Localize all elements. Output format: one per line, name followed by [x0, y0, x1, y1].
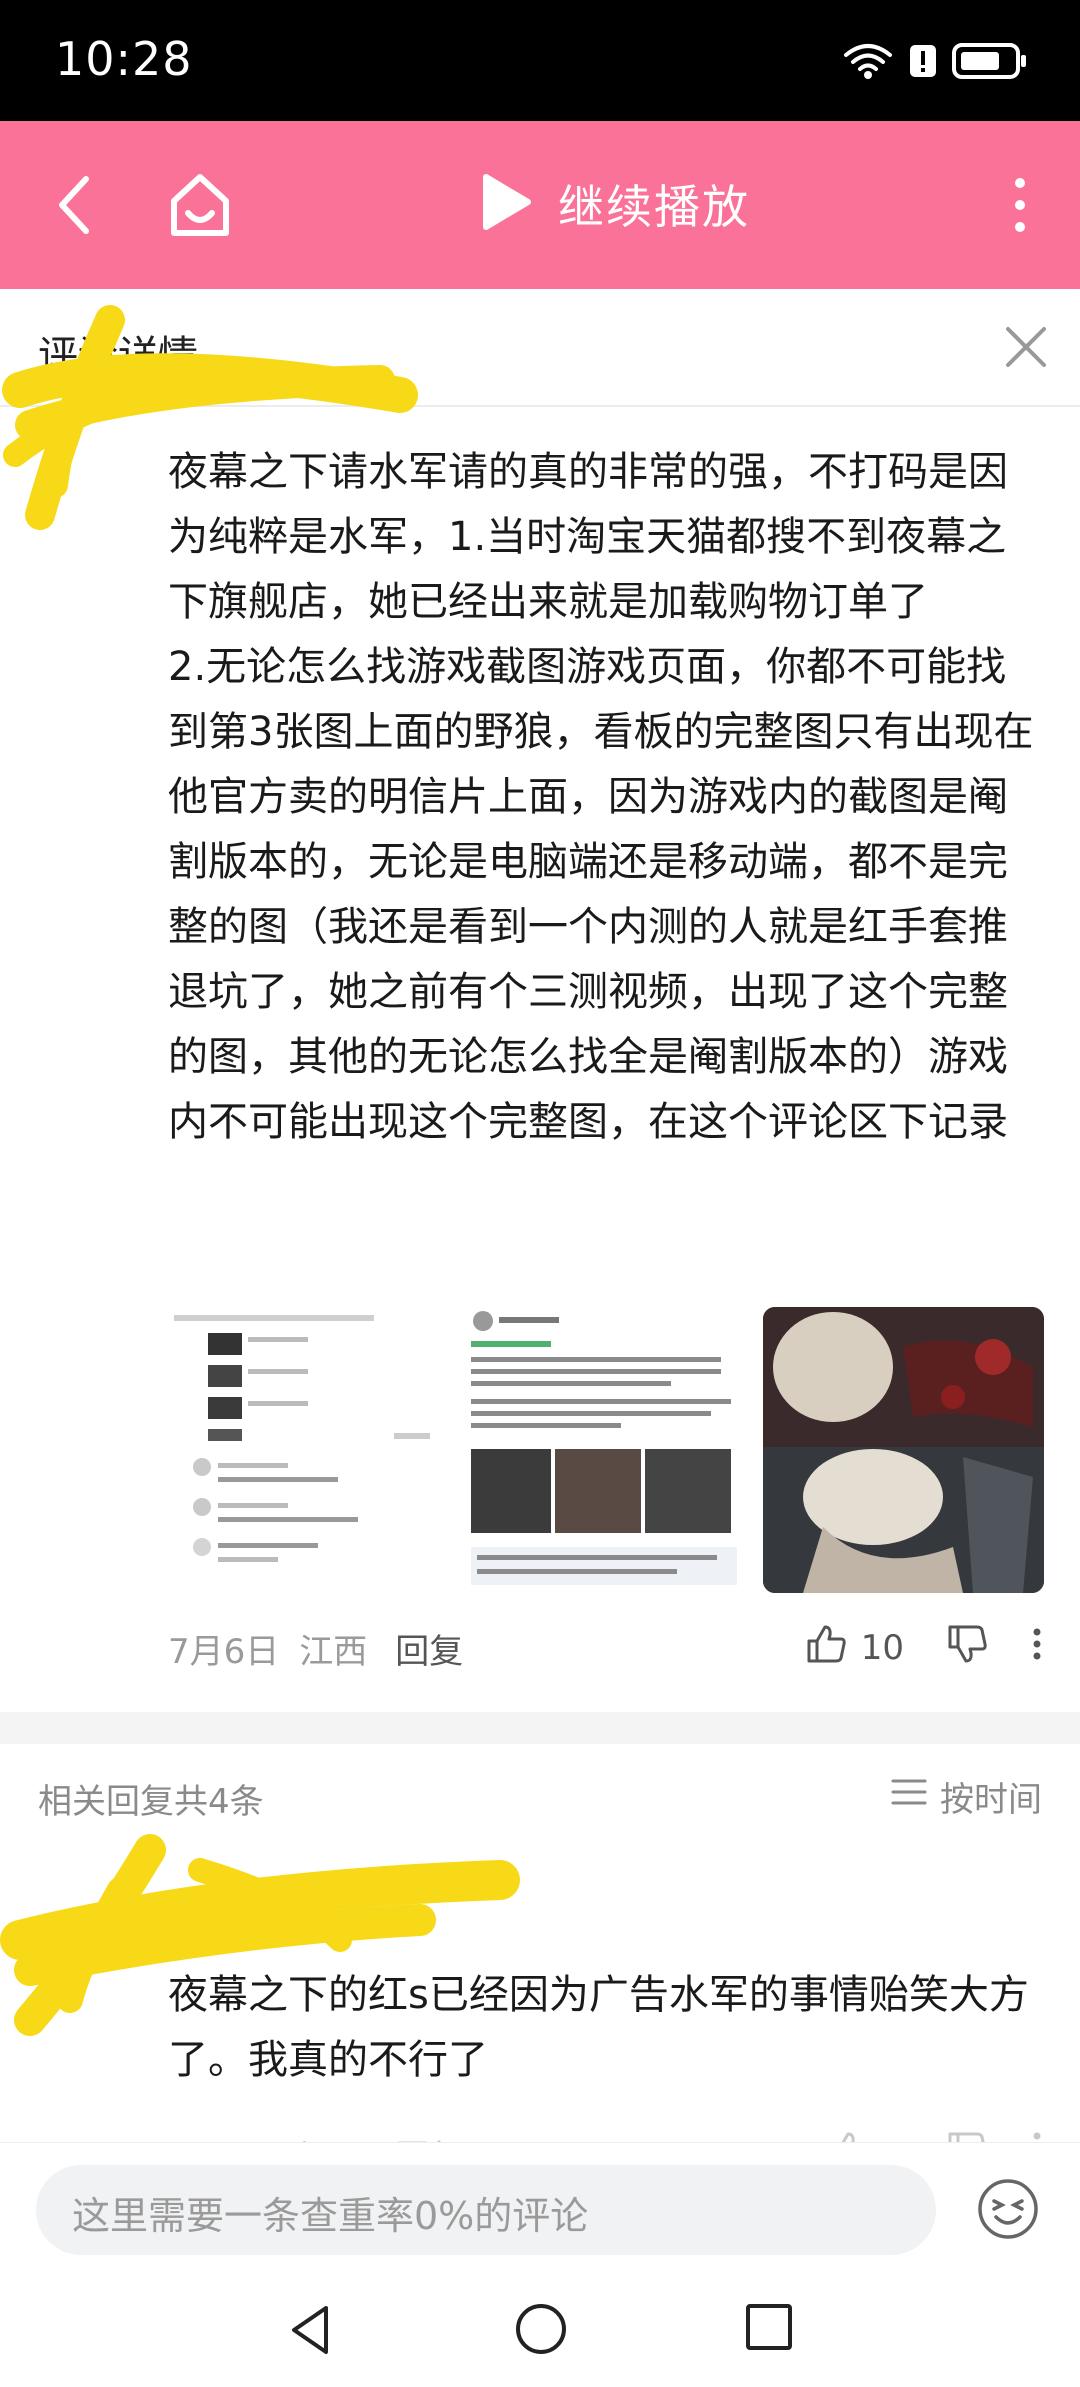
back-arrow-icon[interactable] — [40, 165, 120, 245]
sort-icon — [890, 1776, 928, 1817]
status-time: 10:28 — [55, 32, 193, 86]
comment-more-icon[interactable] — [1030, 1624, 1044, 1673]
status-bar: 10:28 — [0, 0, 1080, 121]
thumbs-up-icon — [803, 1621, 849, 1676]
section-divider — [0, 1712, 1080, 1744]
app-header: 继续播放 — [0, 121, 1080, 289]
continue-play-button[interactable]: 继续播放 — [478, 171, 750, 237]
status-icons — [842, 38, 1028, 88]
comment-input[interactable]: 这里需要一条查重率0%的评论 — [36, 2165, 936, 2255]
page-title: 评论详情 — [38, 333, 198, 379]
main-comment-text: 夜幕之下请水军请的真的非常的强，不打码是因为纯粹是水军，1.当时淘宝天猫都搜不到… — [168, 440, 1038, 1155]
sort-label: 按时间 — [940, 1780, 1042, 1820]
reply-comment-text: 夜幕之下的红s已经因为广告水军的事情贻笑大方了。我真的不行了 — [168, 1972, 1029, 2083]
alert-icon — [908, 41, 938, 85]
system-nav-bar — [0, 2272, 1080, 2387]
nav-home-icon[interactable] — [508, 2296, 574, 2362]
main-comment-meta: 7月6日 江西 回复 10 — [168, 1618, 1044, 1678]
screenshot-comments-image[interactable] — [168, 1307, 450, 1593]
home-icon[interactable] — [160, 165, 240, 245]
comment-region: 江西 — [299, 1631, 368, 1672]
comment-detail-bar: 评论详情 — [0, 289, 1080, 407]
nav-recent-icon[interactable] — [740, 2298, 798, 2356]
more-vertical-icon[interactable] — [1000, 169, 1040, 241]
comment-actions: 10 — [803, 1621, 1044, 1676]
close-icon[interactable] — [998, 319, 1054, 375]
reply-button[interactable]: 回复 — [395, 1624, 463, 1673]
emoji-icon[interactable] — [976, 2177, 1040, 2241]
main-comment-content: 夜幕之下请水军请的真的非常的强，不打码是因为纯粹是水军，1.当时淘宝天猫都搜不到… — [168, 449, 1034, 1145]
like-button[interactable]: 10 — [803, 1621, 904, 1676]
comment-input-bar: 这里需要一条查重率0%的评论 — [0, 2142, 1080, 2272]
wifi-icon — [842, 41, 894, 85]
play-icon — [478, 171, 534, 237]
thumbs-down-icon[interactable] — [944, 1621, 990, 1676]
nav-back-icon[interactable] — [280, 2298, 344, 2362]
sort-by-time-button[interactable]: 按时间 — [890, 1772, 1042, 1821]
artwork-image[interactable] — [762, 1307, 1044, 1593]
like-count: 10 — [860, 1628, 904, 1668]
continue-play-label: 继续播放 — [558, 180, 750, 234]
replies-count: 相关回复共4条 — [38, 1782, 264, 1822]
comment-date: 7月6日 — [168, 1631, 280, 1672]
comment-images — [168, 1307, 1044, 1593]
replies-header: 相关回复共4条 按时间 — [0, 1744, 1080, 1848]
screenshot-post-image[interactable] — [465, 1307, 747, 1593]
battery-icon — [952, 41, 1028, 85]
